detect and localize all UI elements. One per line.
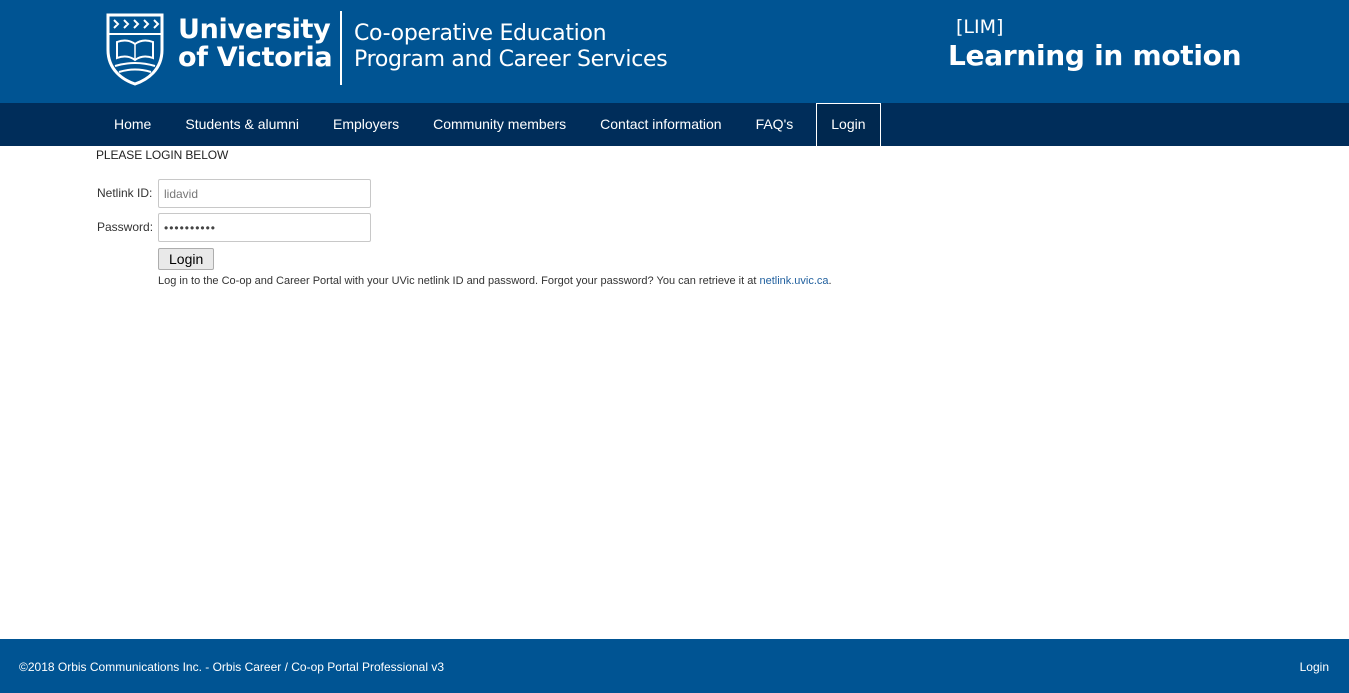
login-heading: PLEASE LOGIN BELOW [96,148,229,162]
nav-item-employers[interactable]: Employers [316,103,416,146]
department-name-line1: Co-operative Education [354,21,607,46]
netlink-id-input[interactable] [158,179,371,208]
department-name-line2: Program and Career Services [354,47,668,72]
login-help-suffix: . [828,275,832,287]
header-banner: University of Victoria Co-operative Educ… [0,0,1349,103]
page: University of Victoria Co-operative Educ… [0,0,1349,693]
footer-login-link[interactable]: Login [1300,660,1329,674]
footer-copyright: ©2018 Orbis Communications Inc. - Orbis … [19,660,445,674]
password-input[interactable] [158,213,371,242]
nav-item-home[interactable]: Home [97,103,168,146]
password-label: Password: [97,220,154,234]
lim-tag: [LIM] [956,16,1004,38]
department-name: Co-operative Education Program and Caree… [354,21,668,73]
university-name: University of Victoria [178,14,333,73]
nav-list: Home Students & alumni Employers Communi… [97,103,881,146]
university-name-line1: University [178,14,331,45]
uvic-crest-icon [106,13,164,86]
nav-item-students-alumni[interactable]: Students & alumni [168,103,316,146]
netlink-id-label: Netlink ID: [97,186,153,200]
netlink-link[interactable]: netlink.uvic.ca [759,275,828,287]
header-divider [340,11,342,85]
lim-title: Learning in motion [948,39,1242,72]
footer: ©2018 Orbis Communications Inc. - Orbis … [0,639,1349,693]
login-help-message: Log in to the Co-op and Career Portal wi… [158,275,760,287]
nav-item-community-members[interactable]: Community members [416,103,583,146]
nav-item-login[interactable]: Login [816,103,881,146]
nav-item-contact-information[interactable]: Contact information [583,103,738,146]
university-name-line2: of Victoria [178,42,333,73]
login-button[interactable]: Login [158,248,215,270]
login-help-text: Log in to the Co-op and Career Portal wi… [158,275,832,287]
nav-item-faqs[interactable]: FAQ's [739,103,811,146]
main-nav: Home Students & alumni Employers Communi… [0,103,1349,146]
